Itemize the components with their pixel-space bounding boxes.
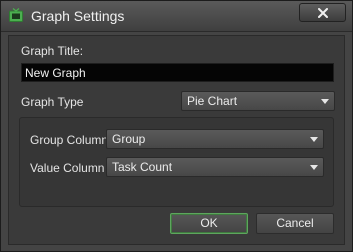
chevron-down-icon	[310, 137, 318, 142]
tv-icon	[9, 8, 23, 22]
value-column-select[interactable]: Task Count	[106, 157, 324, 177]
graph-type-select[interactable]: Pie Chart	[181, 91, 335, 111]
close-button[interactable]	[299, 3, 346, 22]
group-column-select[interactable]: Group	[106, 129, 324, 149]
graph-type-label: Graph Type	[21, 95, 84, 109]
close-x-icon	[317, 7, 328, 18]
title-bar[interactable]: Graph Settings	[1, 1, 352, 32]
window-title: Graph Settings	[31, 8, 125, 24]
graph-title-input[interactable]	[21, 63, 334, 82]
group-column-value: Group	[112, 132, 146, 146]
value-column-value: Task Count	[112, 160, 173, 174]
chevron-down-icon	[321, 99, 329, 104]
graph-settings-dialog: Graph Settings Graph Title: Graph Type P…	[0, 0, 353, 252]
column-settings-group: Group Column Group Value Column Task Cou…	[19, 117, 334, 207]
graph-type-value: Pie Chart	[187, 94, 238, 108]
cancel-button[interactable]: Cancel	[256, 213, 334, 234]
group-column-label: Group Column	[30, 133, 109, 147]
dialog-content: Graph Title: Graph Type Pie Chart Group …	[8, 35, 345, 245]
value-column-label: Value Column	[30, 161, 105, 175]
chevron-down-icon	[310, 165, 318, 170]
graph-title-label: Graph Title:	[21, 44, 84, 58]
ok-button[interactable]: OK	[170, 213, 248, 234]
